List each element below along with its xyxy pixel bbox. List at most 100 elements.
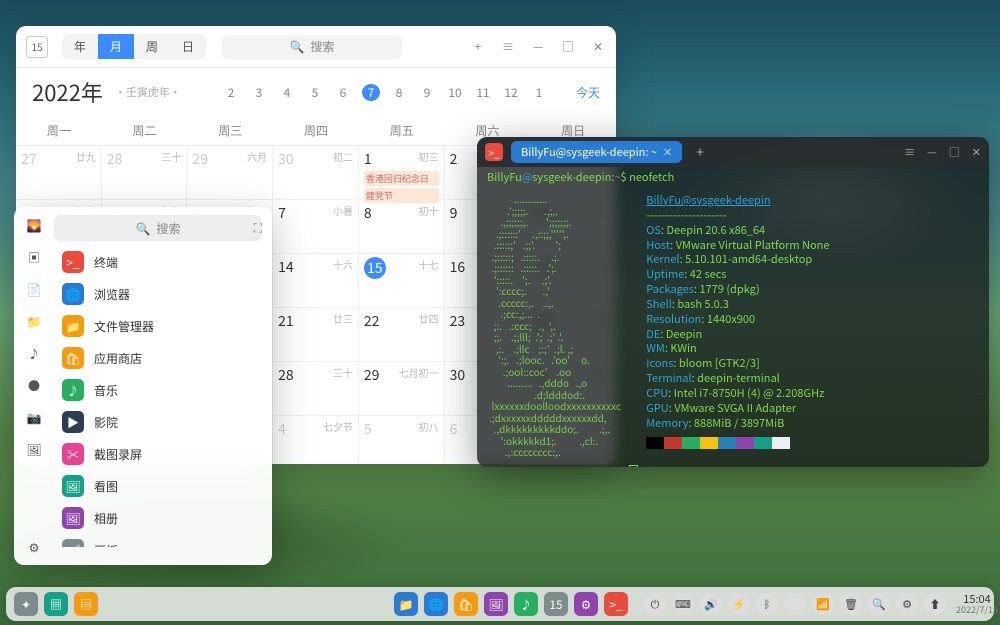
home-icon[interactable]: 🌄 — [24, 215, 44, 235]
day-cell[interactable]: 28三十 — [102, 146, 188, 200]
maximize-button[interactable]: □ — [949, 144, 960, 160]
day-cell[interactable]: 22廿四 — [359, 308, 445, 362]
month-3[interactable]: 3 — [250, 84, 268, 101]
window-icon[interactable]: ▣ — [24, 247, 44, 267]
view-week[interactable]: 周 — [134, 34, 170, 59]
day-cell[interactable]: 14十六 — [273, 254, 359, 308]
tab-close-icon[interactable]: ✕ — [663, 144, 672, 160]
add-event-button[interactable]: + — [470, 38, 486, 55]
neofetch-info: BillyFu@sysgeek-deepin -----------------… — [646, 193, 829, 458]
dock: ✦▦▤ 📁🌐🛍🖼♪15⚙>_ ⏻⌨🔊⚡ᛒ📶🗑🔍⚙⬆15:042022/7/15❯… — [6, 587, 994, 621]
view-month[interactable]: 月 — [98, 34, 134, 59]
month-5[interactable]: 5 — [306, 84, 324, 101]
minimize-button[interactable]: — — [927, 144, 937, 160]
folder-icon[interactable]: 📁 — [24, 311, 44, 331]
day-cell[interactable]: 4七夕节 — [273, 416, 359, 464]
calendar-search[interactable]: 🔍 搜索 — [222, 35, 402, 59]
tray-icon-7[interactable]: 🗑 — [840, 593, 862, 615]
view-year[interactable]: 年 — [62, 34, 98, 59]
month-4[interactable]: 4 — [278, 84, 296, 101]
month-picker: 23456789 10 11 12 1 — [222, 84, 548, 101]
day-cell[interactable]: 29六月 — [187, 146, 273, 200]
gear-icon[interactable]: ⚙ — [24, 537, 44, 557]
dock-launcher[interactable]: ✦ — [14, 592, 38, 616]
dock-files[interactable]: 📁 — [394, 592, 418, 616]
app-截图录屏[interactable]: ✂截图录屏 — [54, 439, 262, 469]
month-6[interactable]: 6 — [334, 84, 352, 101]
app-文件管理器[interactable]: 📁文件管理器 — [54, 311, 262, 341]
day-cell[interactable]: 28三十 — [273, 362, 359, 416]
camera-icon[interactable]: 📷 — [24, 407, 44, 427]
month-11[interactable]: 11 — [474, 84, 492, 101]
day-cell[interactable]: 7小暑 — [273, 200, 359, 254]
app-音乐[interactable]: ♪音乐 — [54, 375, 262, 405]
day-cell[interactable]: 5初八 — [359, 416, 445, 464]
day-cell[interactable]: 27廿九 — [16, 146, 102, 200]
app-相册[interactable]: 🖼相册 — [54, 503, 262, 533]
month-9[interactable]: 9 — [418, 84, 436, 101]
app-应用商店[interactable]: 🛍应用商店 — [54, 343, 262, 373]
app-icon: ▶ — [62, 411, 84, 433]
app-label: 画板 — [94, 542, 118, 548]
tray-icon-8[interactable]: 🔍 — [868, 593, 890, 615]
dock-workspace[interactable]: ▦ — [44, 592, 68, 616]
tray-icon-2[interactable]: 🔊 — [700, 593, 722, 615]
picture-icon[interactable]: 🖼 — [24, 439, 44, 459]
dock-calendar[interactable]: 15 — [544, 592, 568, 616]
app-浏览器[interactable]: 🌐浏览器 — [54, 279, 262, 309]
month-7[interactable]: 7 — [362, 84, 380, 101]
tray-icon-9[interactable]: ⚙ — [896, 593, 918, 615]
day-cell[interactable]: 21廿三 — [273, 308, 359, 362]
app-看图[interactable]: 🖼看图 — [54, 471, 262, 501]
music-icon[interactable]: ♪ — [24, 343, 44, 363]
dock-multitask[interactable]: ▤ — [74, 592, 98, 616]
dot-icon[interactable]: ● — [24, 375, 44, 395]
app-影院[interactable]: ▶影院 — [54, 407, 262, 437]
tray-icon-5[interactable] — [784, 593, 806, 615]
tray-icon-4[interactable]: ᛒ — [756, 593, 778, 615]
app-label: 看图 — [94, 478, 118, 495]
menu-button[interactable]: ≡ — [500, 38, 516, 55]
tray-icon-1[interactable]: ⌨ — [672, 593, 694, 615]
dock-music[interactable]: ♪ — [514, 592, 538, 616]
maximize-button[interactable]: □ — [560, 38, 576, 55]
month-1[interactable]: 1 — [530, 84, 548, 101]
tray-icon-6[interactable]: 📶 — [812, 593, 834, 615]
tray-icon-10[interactable]: ⬆ — [924, 593, 946, 615]
tray-icon-3[interactable]: ⚡ — [728, 593, 750, 615]
new-tab-button[interactable]: + — [696, 142, 704, 162]
app-label: 截图录屏 — [94, 446, 142, 463]
view-day[interactable]: 日 — [170, 34, 206, 59]
dock-store[interactable]: 🛍 — [454, 592, 478, 616]
prompt-line-2[interactable]: BillyFu@sysgeek-deepin:~$ — [477, 464, 989, 468]
day-cell[interactable]: 29七月初一 — [359, 362, 445, 416]
dock-terminal[interactable]: >_ — [604, 592, 628, 616]
app-终端[interactable]: >_终端 — [54, 247, 262, 277]
day-cell[interactable]: 8初十 — [359, 200, 445, 254]
month-10[interactable]: 10 — [446, 84, 464, 101]
fullscreen-icon[interactable]: ⛶ — [254, 219, 262, 236]
app-画板[interactable]: 🖌画板 — [54, 535, 262, 547]
close-button[interactable]: ✕ — [590, 38, 606, 55]
dock-settings[interactable]: ⚙ — [574, 592, 598, 616]
terminal-tab[interactable]: BillyFu@sysgeek-deepin: ~ ✕ — [511, 141, 682, 163]
weekday: 周五 — [359, 122, 445, 139]
today-button[interactable]: 今天 — [576, 84, 600, 101]
minimize-button[interactable]: — — [530, 38, 546, 55]
menu-button[interactable]: ≡ — [904, 144, 915, 160]
month-8[interactable]: 8 — [390, 84, 408, 101]
doc-icon[interactable]: 📄 — [24, 279, 44, 299]
dock-browser[interactable]: 🌐 — [424, 592, 448, 616]
app-label: 浏览器 — [94, 286, 130, 303]
close-button[interactable]: ✕ — [972, 144, 981, 160]
day-cell[interactable]: 30初二 — [273, 146, 359, 200]
dock-album[interactable]: 🖼 — [484, 592, 508, 616]
tray-icon-0[interactable]: ⏻ — [644, 593, 666, 615]
launcher-search[interactable]: 🔍 搜索 — [54, 215, 262, 241]
month-12[interactable]: 12 — [502, 84, 520, 101]
day-cell[interactable]: 1初三香港回归纪念日建党节 — [359, 146, 445, 200]
month-2[interactable]: 2 — [222, 84, 240, 101]
clock[interactable]: 15:042022/7/15 — [956, 594, 998, 614]
system-tray: ⏻⌨🔊⚡ᛒ📶🗑🔍⚙⬆15:042022/7/15❯🔔 — [644, 593, 1000, 615]
day-cell[interactable]: 15十七 — [359, 254, 445, 308]
